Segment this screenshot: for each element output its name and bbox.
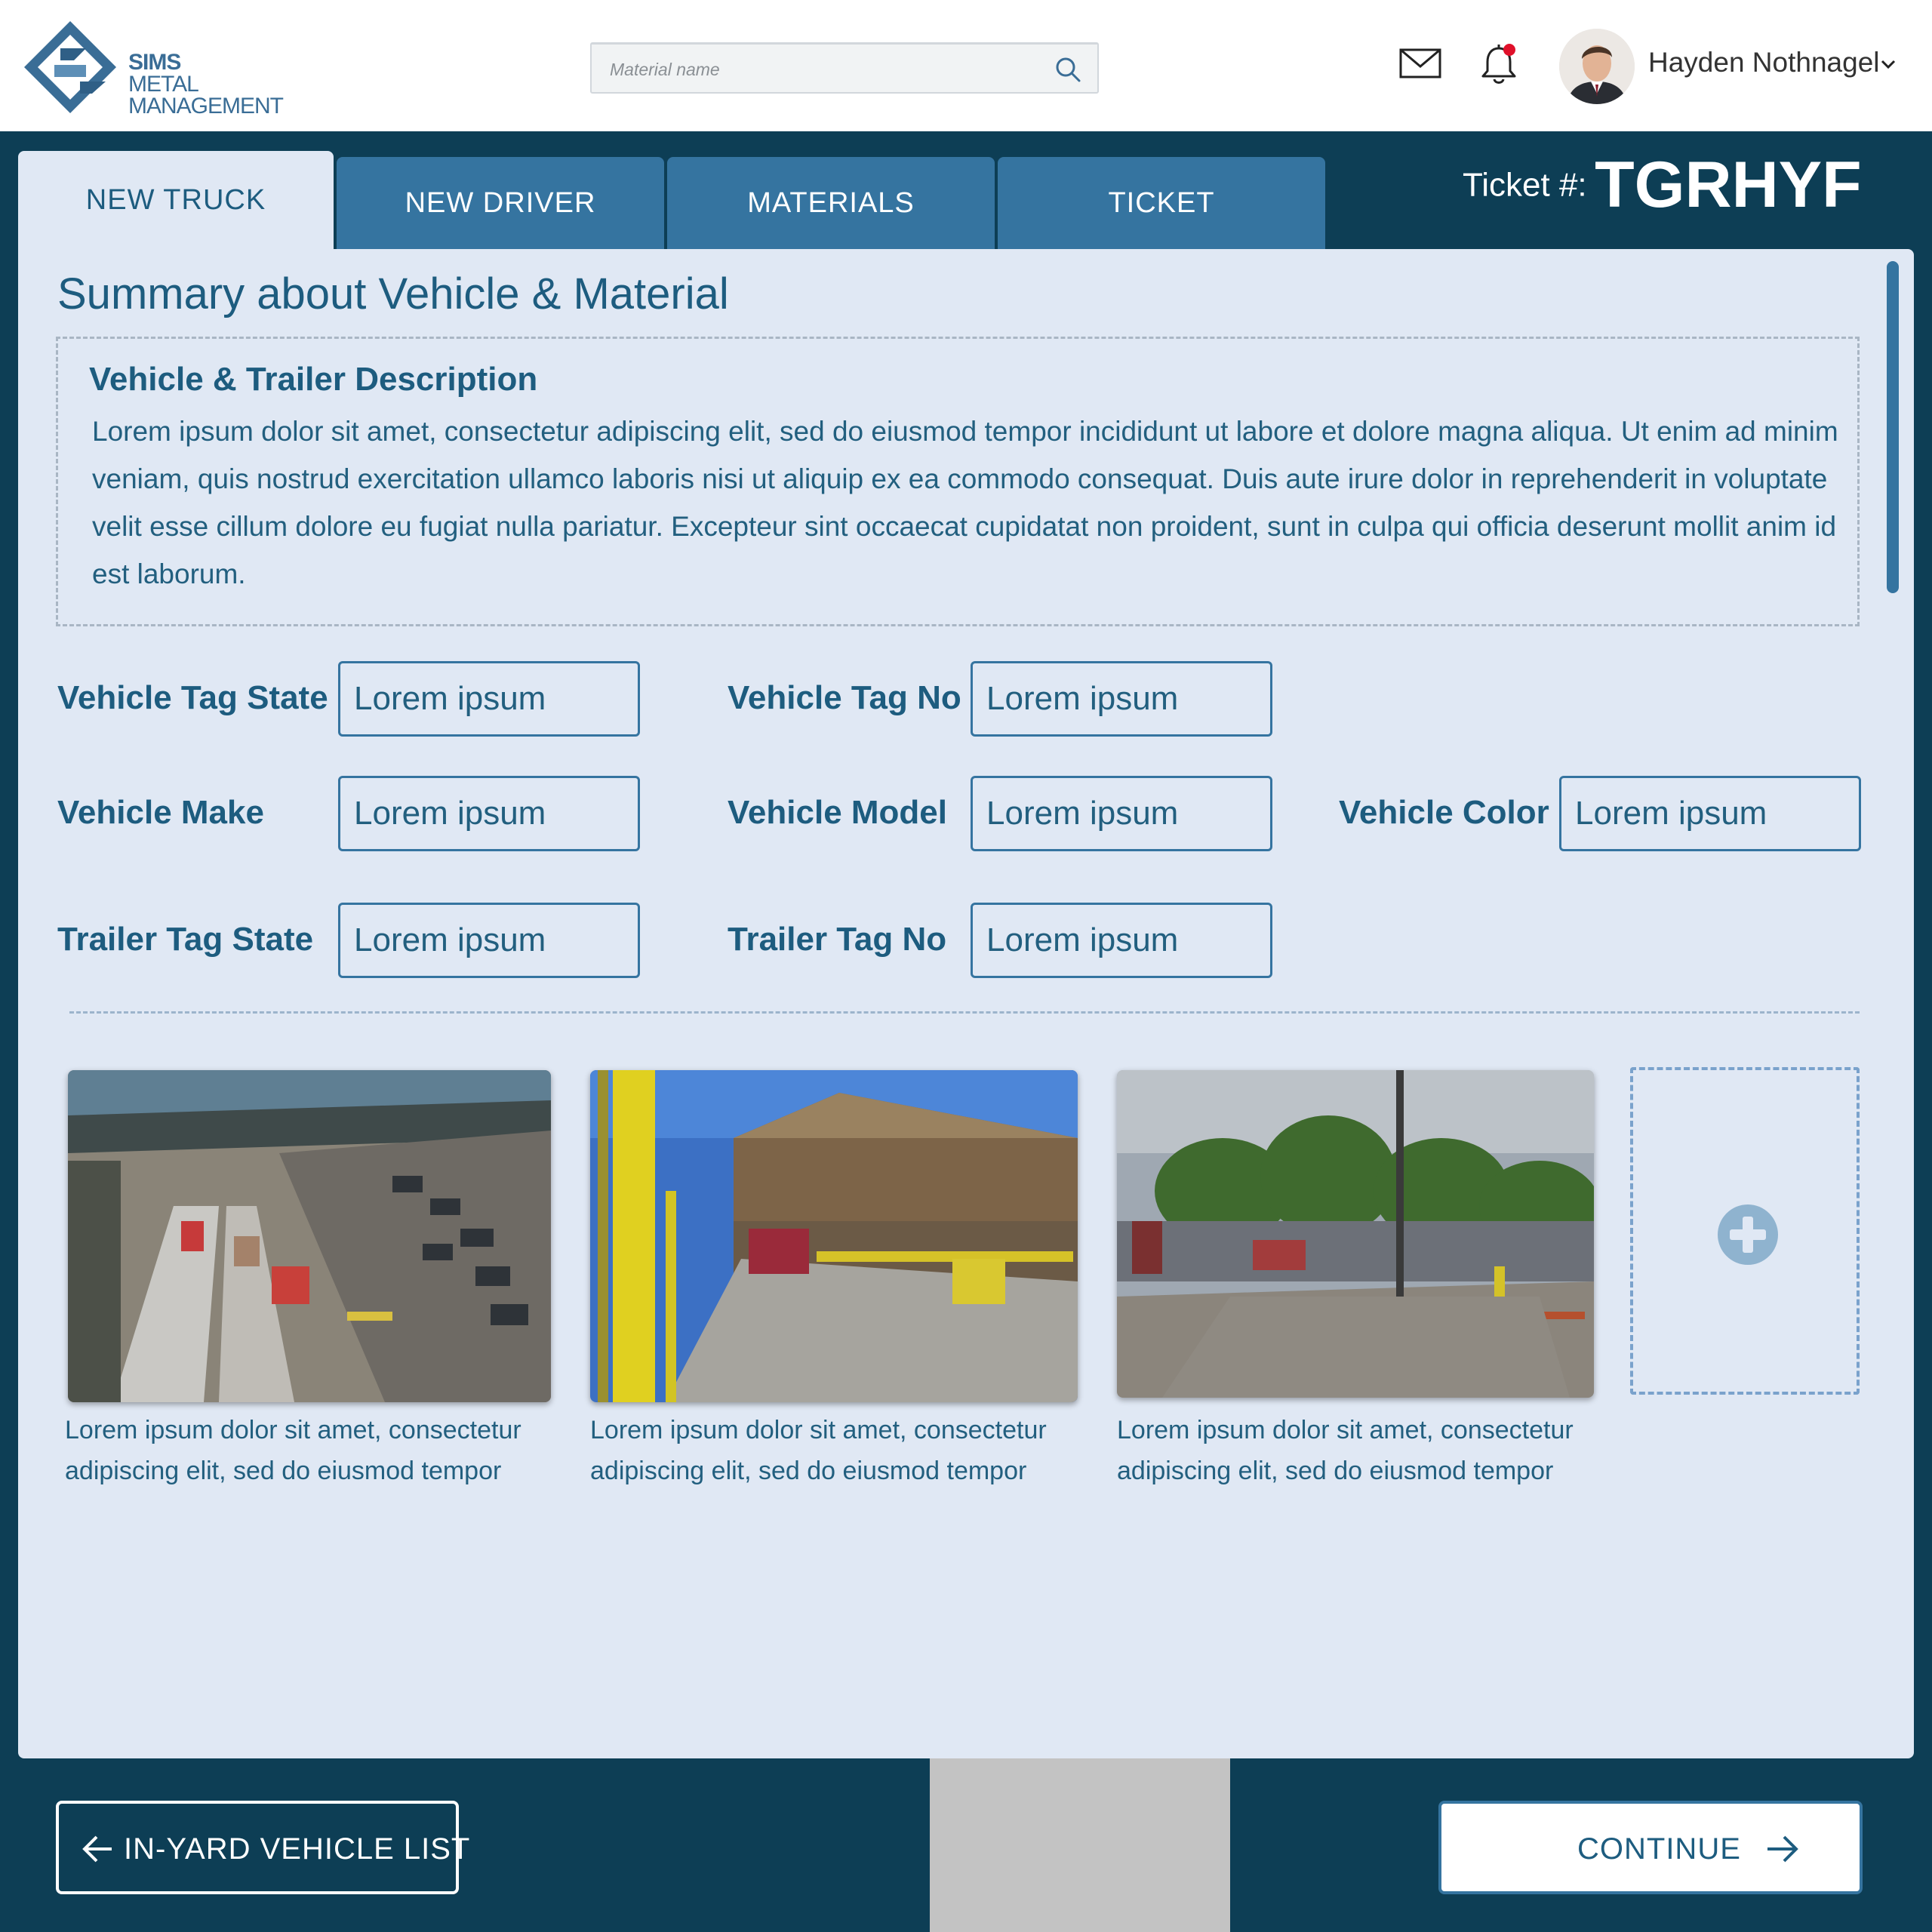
bell-icon[interactable] (1481, 42, 1518, 86)
arrow-left-icon (82, 1835, 112, 1863)
camera-image-icon (1117, 1070, 1594, 1398)
photo-2-caption-line-1: Lorem ipsum dolor sit amet, consectetur (590, 1416, 1047, 1444)
company-logo[interactable]: SIMS METAL MANAGEMENT (21, 18, 293, 118)
vehicle-color-input[interactable] (1559, 776, 1861, 851)
vehicle-tag-no-label: Vehicle Tag No (728, 679, 961, 716)
tab-ticket[interactable]: TICKET (998, 157, 1325, 249)
arrow-right-icon (1767, 1835, 1798, 1863)
vehicle-tag-no-input[interactable] (971, 661, 1272, 737)
ticket-number: Ticket #: TGRHYF (1463, 148, 1862, 223)
search-icon[interactable] (1054, 55, 1082, 84)
trailer-tag-no-label: Trailer Tag No (728, 921, 947, 958)
ticket-value: TGRHYF (1595, 149, 1862, 221)
plus-circle-icon (1718, 1204, 1778, 1265)
logo-wordmark: SIMS METAL MANAGEMENT (128, 50, 284, 118)
logo-line-1: SIMS (128, 50, 181, 75)
vehicle-tag-state-input[interactable] (338, 661, 640, 737)
photo-2-caption: Lorem ipsum dolor sit amet, consectetur … (590, 1410, 1088, 1491)
trailer-tag-state-input[interactable] (338, 903, 640, 978)
tab-new-driver[interactable]: NEW DRIVER (337, 157, 664, 249)
description-text: Lorem ipsum dolor sit amet, consectetur … (92, 416, 1838, 589)
photo-3-caption: Lorem ipsum dolor sit amet, consectetur … (1117, 1410, 1615, 1491)
section-divider (69, 1011, 1860, 1014)
camera-image-icon (68, 1070, 551, 1402)
add-photo-button[interactable] (1630, 1067, 1860, 1395)
logo-line-3: MANAGEMENT (128, 94, 284, 118)
vehicle-model-label: Vehicle Model (728, 794, 947, 831)
app-header: SIMS METAL MANAGEMENT Hayden Nothnagel (0, 0, 1932, 131)
search-input[interactable] (608, 45, 1034, 94)
page-title: Summary about Vehicle & Material (57, 269, 729, 318)
vehicle-photo-1[interactable] (68, 1070, 551, 1402)
avatar[interactable] (1559, 29, 1635, 104)
vehicle-photo-2[interactable] (590, 1070, 1078, 1402)
trailer-tag-no-input[interactable] (971, 903, 1272, 978)
ticket-label: Ticket #: (1463, 166, 1587, 204)
in-yard-vehicle-list-button[interactable]: IN-YARD VEHICLE LIST (56, 1801, 469, 1894)
photo-1-caption: Lorem ipsum dolor sit amet, consectetur … (65, 1410, 563, 1491)
back-button-label: IN-YARD VEHICLE LIST (124, 1832, 471, 1866)
vehicle-photo-3[interactable] (1117, 1070, 1594, 1398)
panel-scrollbar[interactable] (1887, 261, 1899, 593)
vehicle-tag-state-label: Vehicle Tag State (57, 679, 328, 716)
photo-3-caption-line-2: adipiscing elit, sed do eiusmod tempor (1117, 1457, 1554, 1485)
vehicle-make-label: Vehicle Make (57, 794, 264, 831)
user-photo-icon (1559, 29, 1635, 104)
tab-materials[interactable]: MATERIALS (667, 157, 995, 249)
vehicle-color-label: Vehicle Color (1339, 794, 1549, 831)
vehicle-make-input[interactable] (338, 776, 640, 851)
photo-2-caption-line-2: adipiscing elit, sed do eiusmod tempor (590, 1457, 1027, 1485)
continue-button-label: CONTINUE (1577, 1832, 1741, 1866)
logo-line-2: METAL (128, 72, 199, 97)
user-name[interactable]: Hayden Nothnagel (1648, 47, 1880, 78)
logo-mark-icon (24, 21, 116, 113)
chevron-down-icon[interactable] (1879, 57, 1897, 71)
continue-button[interactable]: CONTINUE (1438, 1801, 1863, 1894)
description-title: Vehicle & Trailer Description (89, 361, 538, 398)
tab-new-truck[interactable]: NEW TRUCK (18, 151, 334, 249)
photo-1-caption-line-2: adipiscing elit, sed do eiusmod tempor (65, 1457, 502, 1485)
mail-icon[interactable] (1399, 48, 1441, 78)
vehicle-model-input[interactable] (971, 776, 1272, 851)
trailer-tag-state-label: Trailer Tag State (57, 921, 314, 958)
material-search (590, 42, 1099, 94)
camera-image-icon (590, 1070, 1078, 1402)
footer-spacer (930, 1758, 1230, 1932)
photo-1-caption-line-1: Lorem ipsum dolor sit amet, consectetur (65, 1416, 521, 1444)
photo-3-caption-line-1: Lorem ipsum dolor sit amet, consectetur (1117, 1416, 1574, 1444)
